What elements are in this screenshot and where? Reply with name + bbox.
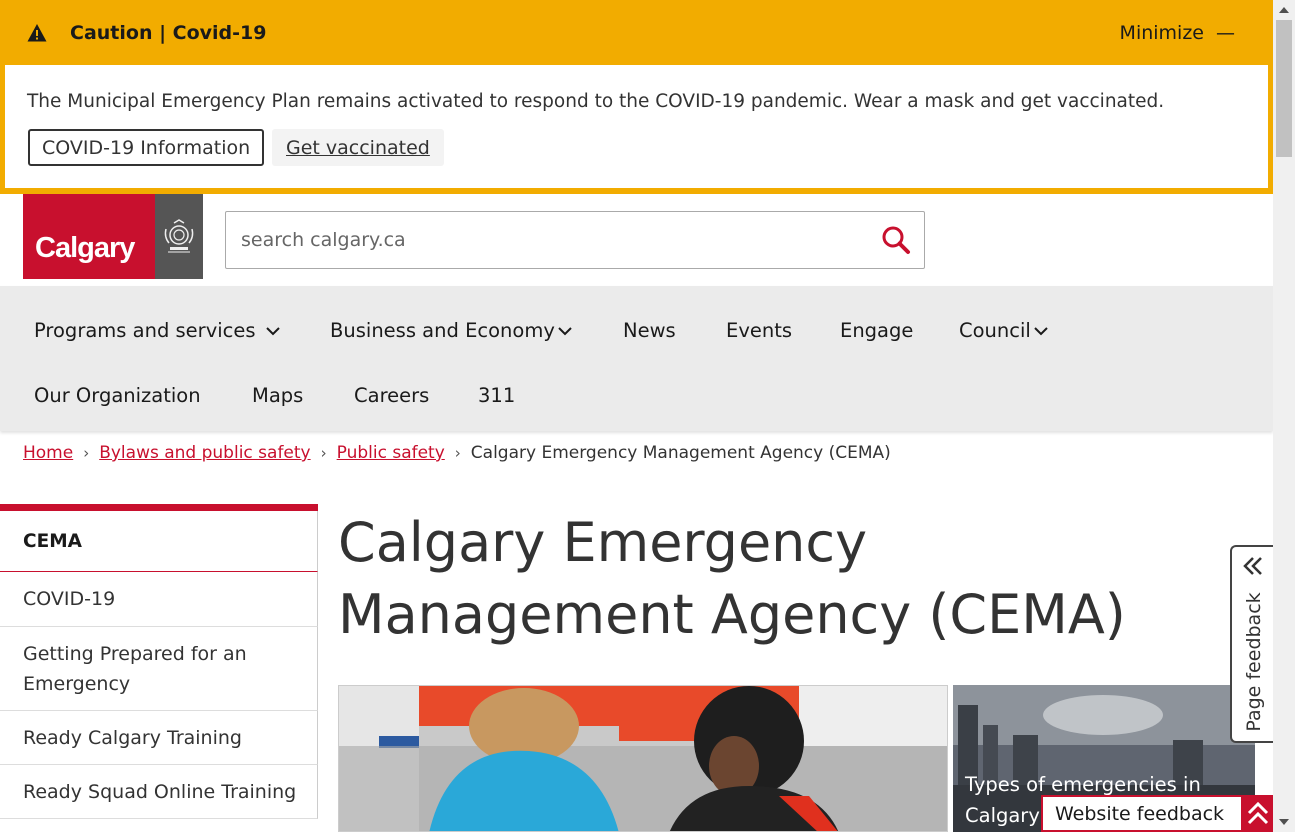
minimize-button[interactable]: Minimize — (1120, 22, 1235, 44)
scrollbar-thumb[interactable] (1276, 20, 1292, 157)
cema-volunteers-image[interactable] (338, 685, 948, 832)
nav-label: Careers (354, 384, 430, 407)
chevron-down-icon (1034, 326, 1048, 335)
nav-label: Programs and services (34, 319, 256, 342)
nav-label: Council (959, 319, 1031, 342)
sidebar-item-covid-19[interactable]: COVID-19 (0, 572, 318, 627)
alert-body: The Municipal Emergency Plan remains act… (5, 65, 1268, 188)
sidebar-item-ready-calgary-training[interactable]: Ready Calgary Training (0, 711, 318, 765)
nav-item-news[interactable]: News (623, 319, 676, 342)
nav-item-maps[interactable]: Maps (252, 384, 303, 407)
minimize-label: Minimize (1119, 22, 1204, 44)
chevron-right-icon: › (83, 444, 90, 462)
alert-message: The Municipal Emergency Plan remains act… (27, 91, 1165, 112)
nav-item-our-organization[interactable]: Our Organization (34, 384, 201, 407)
nav-label: Business and Economy (330, 319, 555, 342)
scroll-up-icon[interactable] (1278, 5, 1290, 15)
search-icon[interactable] (880, 224, 912, 256)
double-chevron-left-icon (1243, 557, 1262, 575)
sidebar-nav: CEMA COVID-19 Getting Prepared for an Em… (0, 504, 318, 832)
breadcrumb-public-safety[interactable]: Public safety (337, 443, 445, 463)
nav-label: Events (726, 319, 793, 342)
warning-icon (27, 23, 47, 41)
nav-item-engage[interactable]: Engage (840, 319, 913, 342)
breadcrumb: Home › Bylaws and public safety › Public… (23, 443, 891, 463)
sidebar-accent (0, 504, 318, 511)
nav-item-business-and-economy[interactable]: Business and Economy (330, 319, 574, 342)
get-vaccinated-link[interactable]: Get vaccinated (272, 129, 444, 166)
search-input[interactable] (241, 224, 861, 256)
nav-label: News (623, 319, 676, 342)
logo-text: Calgary (35, 232, 135, 264)
logo-wordmark: Calgary (23, 194, 155, 279)
nav-label: Engage (840, 319, 914, 342)
sidebar-item-ready-squad-training[interactable]: Ready Squad Online Training (0, 765, 318, 819)
nav-label: Our Organization (34, 384, 201, 407)
website-feedback-label: Website feedback (1055, 802, 1225, 825)
crest-icon (155, 194, 203, 279)
sidebar-item-getting-prepared[interactable]: Getting Prepared for an Emergency (0, 627, 318, 711)
breadcrumb-home[interactable]: Home (23, 443, 73, 463)
website-feedback-button[interactable]: Website feedback (1041, 795, 1274, 832)
double-chevron-up-icon[interactable] (1241, 795, 1274, 832)
calgary-logo[interactable]: Calgary (23, 194, 203, 279)
chevron-right-icon: › (454, 444, 461, 462)
sidebar-title[interactable]: CEMA (0, 511, 318, 572)
nav-label: 311 (478, 384, 516, 407)
scroll-down-icon[interactable] (1278, 817, 1290, 827)
vertical-scrollbar[interactable] (1273, 0, 1295, 832)
chevron-down-icon (558, 326, 572, 335)
page-feedback-tab[interactable]: Page feedback (1230, 545, 1274, 743)
alert-title: Caution | Covid-19 (70, 21, 267, 44)
nav-item-careers[interactable]: Careers (354, 384, 429, 407)
nav-item-311[interactable]: 311 (478, 384, 515, 407)
covid-alert-banner: Caution | Covid-19 Minimize — The Munici… (0, 0, 1273, 194)
main-navigation: Programs and services Business and Econo… (0, 286, 1273, 431)
breadcrumb-bylaws[interactable]: Bylaws and public safety (99, 443, 310, 463)
page-feedback-label: Page feedback (1243, 592, 1265, 732)
page-title: Calgary Emergency Management Agency (CEM… (338, 511, 1126, 646)
search-box (225, 211, 925, 269)
chevron-down-icon (265, 326, 280, 335)
nav-item-events[interactable]: Events (726, 319, 792, 342)
alert-header: Caution | Covid-19 (0, 0, 1273, 65)
nav-item-council[interactable]: Council (959, 319, 1050, 342)
nav-item-programs-and-services[interactable]: Programs and services (34, 319, 282, 342)
chevron-right-icon: › (320, 444, 327, 462)
nav-label: Maps (252, 384, 304, 407)
covid-information-button[interactable]: COVID-19 Information (28, 129, 265, 166)
minimize-icon: — (1216, 22, 1235, 44)
breadcrumb-current: Calgary Emergency Management Agency (CEM… (470, 443, 891, 463)
